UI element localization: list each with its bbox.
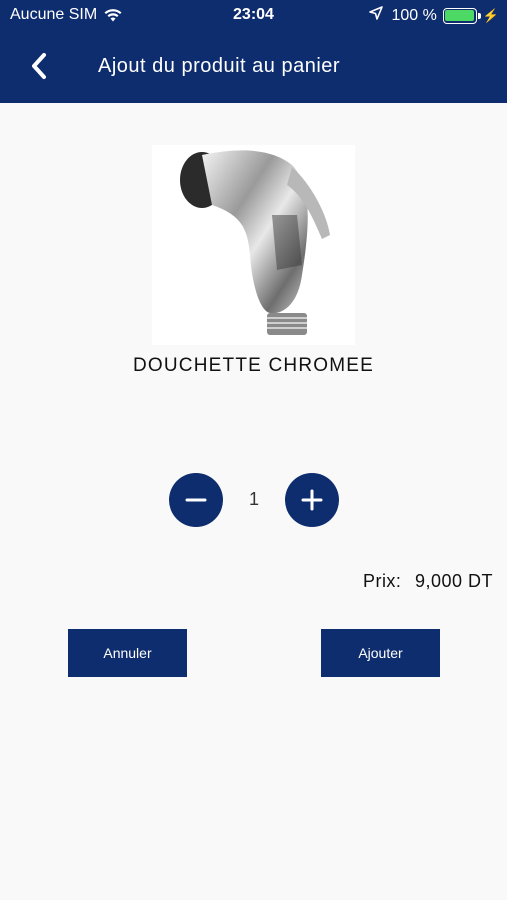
shower-head-image: [180, 150, 330, 335]
status-bar: Aucune SIM 23:04 100 % ⚡: [0, 0, 507, 30]
page-title: Ajout du produit au panier: [98, 55, 341, 77]
plus-icon: [301, 489, 323, 511]
minus-icon: [185, 498, 207, 502]
decrease-quantity-button[interactable]: [169, 473, 223, 527]
price-label: Prix:: [362, 571, 402, 591]
product-image: [152, 145, 355, 345]
chevron-left-icon: [32, 53, 46, 79]
cancel-button[interactable]: Annuler: [68, 629, 187, 677]
product-name: DOUCHETTE CHROMEE: [132, 355, 374, 376]
status-right: 100 % ⚡: [369, 6, 499, 25]
app-header: Aucune SIM 23:04 100 % ⚡ Ajout du produi…: [0, 0, 507, 103]
quantity-value: 1: [248, 489, 259, 509]
battery-icon: [442, 7, 481, 24]
increase-quantity-button[interactable]: [285, 473, 339, 527]
charging-icon: ⚡: [482, 7, 499, 23]
add-to-cart-button[interactable]: Ajouter: [321, 629, 440, 677]
battery-percent: 100 %: [391, 6, 437, 24]
back-button[interactable]: [22, 48, 56, 84]
price: Prix: 9,000 DT: [363, 571, 493, 592]
location-icon: [369, 6, 384, 25]
price-value: 9,000 DT: [414, 571, 493, 591]
